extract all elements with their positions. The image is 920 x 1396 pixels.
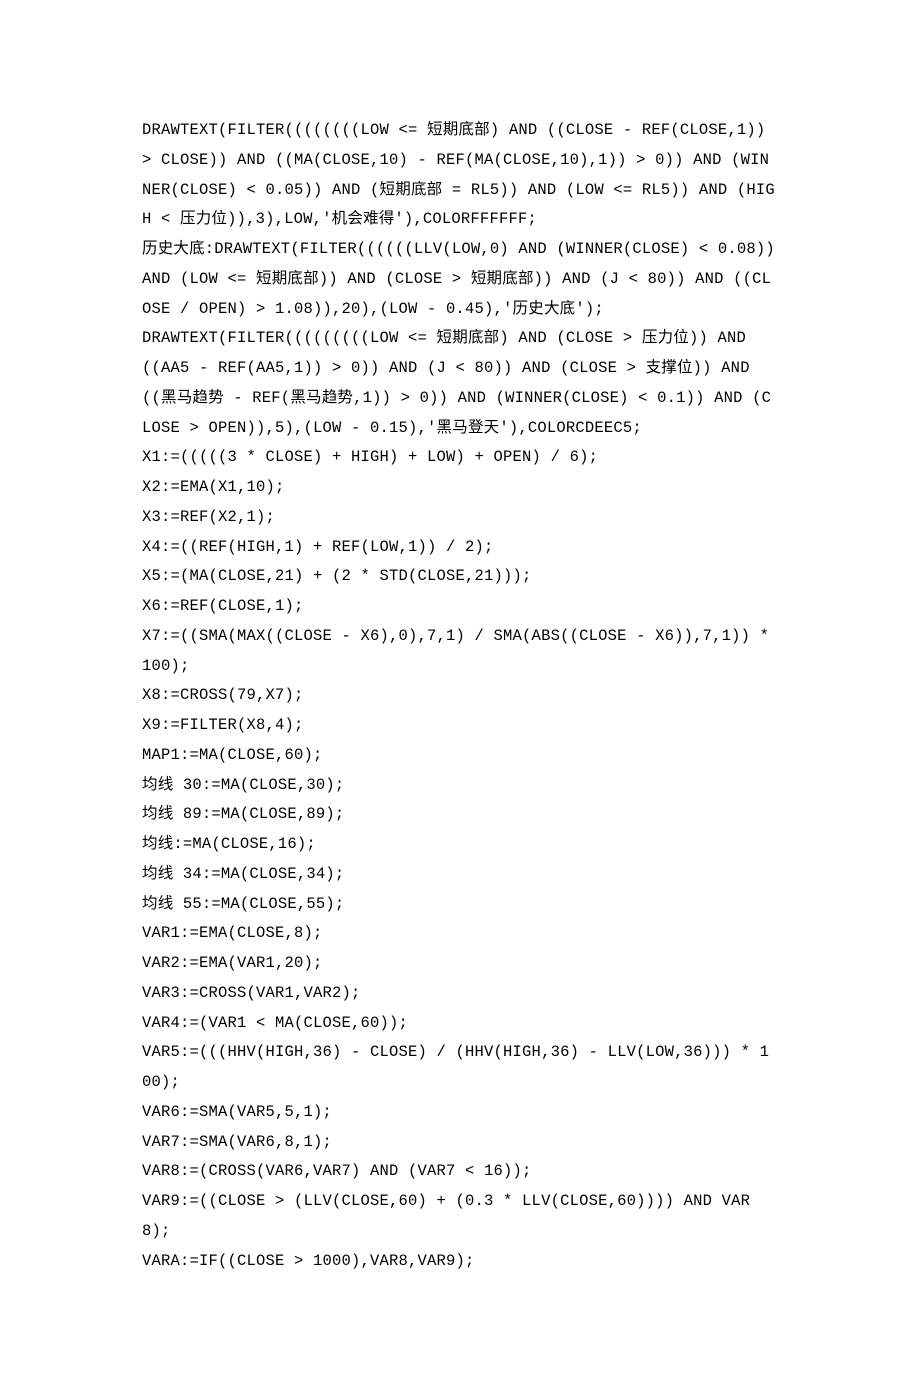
code-line: VAR8:=(CROSS(VAR6,VAR7) AND (VAR7 < 16))… <box>142 1157 778 1187</box>
code-line: X5:=(MA(CLOSE,21) + (2 * STD(CLOSE,21)))… <box>142 562 778 592</box>
code-line: X7:=((SMA(MAX((CLOSE - X6),0),7,1) / SMA… <box>142 622 778 682</box>
code-line: DRAWTEXT(FILTER(((((((((LOW <= 短期底部) AND… <box>142 324 778 443</box>
code-line: VAR9:=((CLOSE > (LLV(CLOSE,60) + (0.3 * … <box>142 1187 778 1247</box>
code-line: 均线 34:=MA(CLOSE,34); <box>142 860 778 890</box>
code-line: DRAWTEXT(FILTER((((((((LOW <= 短期底部) AND … <box>142 116 778 235</box>
code-line: 均线:=MA(CLOSE,16); <box>142 830 778 860</box>
code-line: X6:=REF(CLOSE,1); <box>142 592 778 622</box>
code-line: VAR2:=EMA(VAR1,20); <box>142 949 778 979</box>
code-line: VAR6:=SMA(VAR5,5,1); <box>142 1098 778 1128</box>
code-line: MAP1:=MA(CLOSE,60); <box>142 741 778 771</box>
code-line: X3:=REF(X2,1); <box>142 503 778 533</box>
code-line: VARA:=IF((CLOSE > 1000),VAR8,VAR9); <box>142 1247 778 1277</box>
code-line: 均线 89:=MA(CLOSE,89); <box>142 800 778 830</box>
code-line: VAR1:=EMA(CLOSE,8); <box>142 919 778 949</box>
code-line: X4:=((REF(HIGH,1) + REF(LOW,1)) / 2); <box>142 533 778 563</box>
code-line: VAR5:=(((HHV(HIGH,36) - CLOSE) / (HHV(HI… <box>142 1038 778 1098</box>
code-line: 均线 55:=MA(CLOSE,55); <box>142 890 778 920</box>
code-line: X2:=EMA(X1,10); <box>142 473 778 503</box>
code-line: VAR7:=SMA(VAR6,8,1); <box>142 1128 778 1158</box>
document-page: DRAWTEXT(FILTER((((((((LOW <= 短期底部) AND … <box>0 0 920 1396</box>
code-block: DRAWTEXT(FILTER((((((((LOW <= 短期底部) AND … <box>142 116 778 1276</box>
code-line: X9:=FILTER(X8,4); <box>142 711 778 741</box>
code-line: 历史大底:DRAWTEXT(FILTER((((((LLV(LOW,0) AND… <box>142 235 778 324</box>
code-line: X1:=(((((3 * CLOSE) + HIGH) + LOW) + OPE… <box>142 443 778 473</box>
code-line: VAR4:=(VAR1 < MA(CLOSE,60)); <box>142 1009 778 1039</box>
code-line: VAR3:=CROSS(VAR1,VAR2); <box>142 979 778 1009</box>
code-line: X8:=CROSS(79,X7); <box>142 681 778 711</box>
code-line: 均线 30:=MA(CLOSE,30); <box>142 771 778 801</box>
